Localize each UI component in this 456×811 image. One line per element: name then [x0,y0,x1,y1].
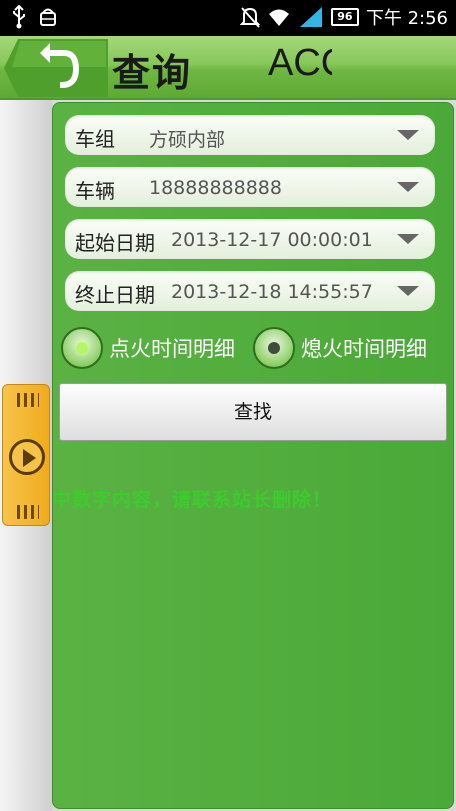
start-date-select[interactable]: 起始日期 2013-12-17 00:00:01 [65,219,435,259]
radio-button-selected[interactable] [61,327,103,369]
chevron-down-icon [397,286,419,296]
end-date-select[interactable]: 终止日期 2013-12-18 14:55:57 [65,271,435,311]
chevron-down-icon [397,130,419,140]
start-date-value: 2013-12-17 00:00:01 [171,229,373,251]
page-title: 查询 [112,51,193,95]
usb-icon [13,5,25,29]
end-date-value: 2013-12-18 14:55:57 [171,281,373,303]
page-subtitle: ACC [268,42,332,94]
wifi-icon [268,9,289,26]
vehicle-group-label: 车组 [75,127,115,151]
page-subtitle-text: ACC [268,42,332,84]
android-debug-icon [40,8,56,26]
vehicle-value: 18888888888 [149,177,282,199]
status-bar-left [10,5,58,29]
app-header: 查询 ACC [0,36,456,100]
signal-icon [299,7,322,27]
notice-text: 图片中数字内容，请联系站长删除！ [12,489,333,511]
status-bar-right: 96 下午 2:56 [239,4,448,30]
clock: 下午 2:56 [365,8,448,29]
start-date-label: 起始日期 [75,231,155,255]
vehicle-label: 车辆 [75,179,115,203]
chevron-down-icon [397,234,419,244]
slide-drawer-handle[interactable] [2,384,50,526]
radio-ignition-off-label: 熄火时间明细 [301,337,427,361]
grip-icon [17,505,39,519]
battery-icon: 96 [330,8,359,26]
vehicle-group-value: 方硕内部 [149,129,226,151]
query-panel: 车组 方硕内部 车辆 18888888888 起始日期 2013-12-17 0… [52,102,454,809]
back-arrow-icon [4,39,108,97]
radio-selected-dot [76,342,88,354]
end-date-label: 终止日期 [75,283,155,307]
vehicle-group-select[interactable]: 车组 方硕内部 [65,115,435,155]
radio-ignition-off[interactable]: 熄火时间明细 [253,327,427,369]
grip-icon [17,393,39,407]
notifications-muted-icon [239,7,260,28]
vehicle-select[interactable]: 车辆 18888888888 [65,167,435,207]
back-button[interactable] [4,39,108,97]
search-button[interactable]: 查找 [59,383,447,441]
radio-ignition-on-label: 点火时间明细 [109,337,235,361]
radio-button-unselected[interactable] [253,327,295,369]
radio-ignition-on[interactable]: 点火时间明细 [61,327,235,369]
chevron-down-icon [397,182,419,192]
radio-unselected-dot [268,342,280,354]
play-icon [9,439,45,475]
status-bar: 96 下午 2:56 [0,0,456,36]
